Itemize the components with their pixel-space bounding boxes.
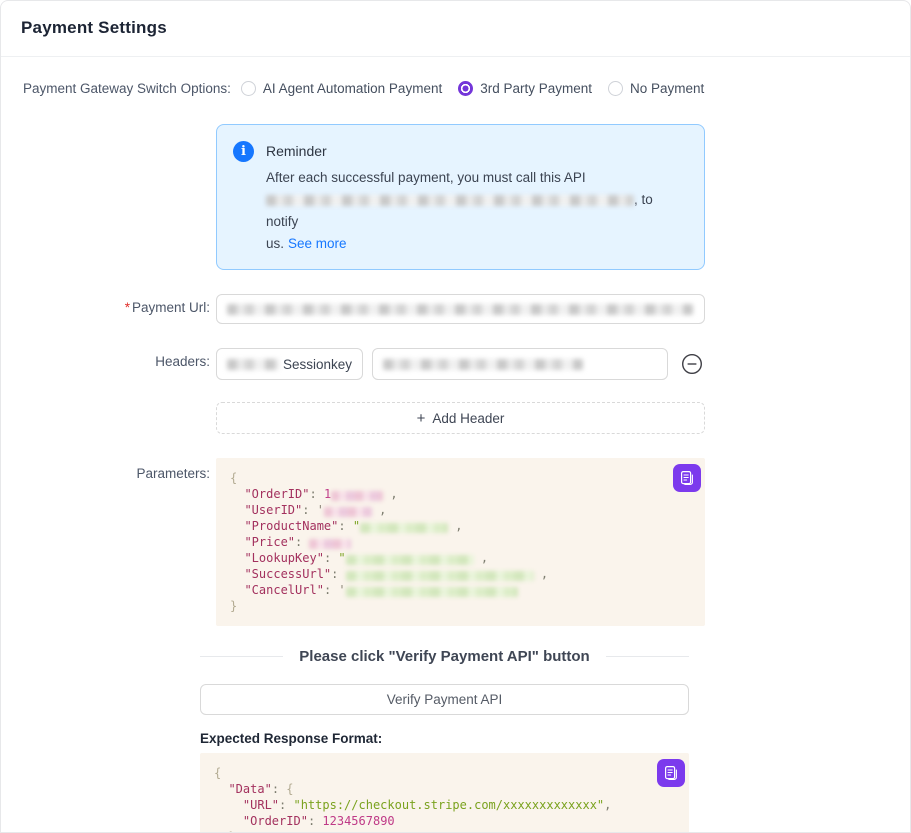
reminder-title: Reminder bbox=[266, 140, 688, 162]
gateway-radio-group: AI Agent Automation Payment 3rd Party Pa… bbox=[241, 81, 720, 96]
reminder-description: After each successful payment, you must … bbox=[266, 167, 688, 255]
copy-icon bbox=[663, 765, 679, 781]
header-value-input[interactable] bbox=[372, 348, 668, 380]
radio-circle-icon bbox=[241, 81, 256, 96]
redacted-value bbox=[346, 555, 474, 565]
redacted-api-url bbox=[266, 195, 634, 206]
reminder-alert: i Reminder After each successful payment… bbox=[216, 124, 705, 270]
parameters-label: Parameters: bbox=[23, 458, 216, 626]
redacted-value bbox=[331, 491, 383, 501]
redacted-header-key-prefix bbox=[227, 359, 279, 370]
radio-circle-icon bbox=[608, 81, 623, 96]
gateway-switch-label: Payment Gateway Switch Options: bbox=[23, 81, 231, 96]
radio-circle-icon bbox=[458, 81, 473, 96]
gateway-switch-row: Payment Gateway Switch Options: AI Agent… bbox=[23, 81, 910, 96]
radio-3rd-party-payment[interactable]: 3rd Party Payment bbox=[458, 81, 592, 96]
radio-label: 3rd Party Payment bbox=[480, 81, 592, 96]
radio-ai-agent-automation-payment[interactable]: AI Agent Automation Payment bbox=[241, 81, 442, 96]
redacted-payment-url-value bbox=[227, 304, 693, 315]
plus-icon: + bbox=[417, 410, 426, 427]
radio-label: No Payment bbox=[630, 81, 704, 96]
redacted-value bbox=[360, 523, 448, 533]
card-body: Payment Gateway Switch Options: AI Agent… bbox=[1, 57, 910, 626]
payment-url-input[interactable] bbox=[216, 294, 705, 324]
expected-response-code-block: { "Data": { "URL": "https://checkout.str… bbox=[200, 753, 689, 833]
parameters-code-block: { "OrderID": 1 , "UserID": ' , "ProductN… bbox=[216, 458, 705, 626]
header-key-input[interactable]: Sessionkey bbox=[216, 348, 363, 380]
copy-icon bbox=[679, 470, 695, 486]
remove-header-button[interactable] bbox=[681, 353, 703, 375]
info-icon: i bbox=[233, 141, 254, 162]
verify-payment-api-button[interactable]: Verify Payment API bbox=[200, 684, 689, 715]
minus-circle-icon bbox=[681, 353, 703, 375]
required-asterisk: * bbox=[125, 300, 130, 315]
copy-response-button[interactable] bbox=[657, 759, 685, 787]
see-more-link[interactable]: See more bbox=[288, 236, 347, 251]
instruction-text: Please click "Verify Payment API" button bbox=[299, 648, 589, 665]
redacted-value bbox=[346, 587, 518, 597]
add-header-button[interactable]: + Add Header bbox=[216, 402, 705, 434]
header-key-visible-text: Sessionkey bbox=[283, 357, 352, 372]
page-title: Payment Settings bbox=[21, 18, 890, 38]
radio-no-payment[interactable]: No Payment bbox=[608, 81, 704, 96]
redacted-value bbox=[346, 571, 534, 581]
redacted-header-value bbox=[383, 359, 583, 370]
redacted-value bbox=[309, 539, 351, 549]
payment-settings-card: Payment Settings Payment Gateway Switch … bbox=[0, 0, 911, 833]
headers-label: Headers: bbox=[23, 348, 216, 434]
payment-url-label: *Payment Url: bbox=[23, 294, 216, 324]
add-header-label: Add Header bbox=[432, 411, 504, 426]
expected-response-format-label: Expected Response Format: bbox=[200, 731, 910, 746]
card-header: Payment Settings bbox=[1, 1, 910, 57]
reminder-line1: After each successful payment, you must … bbox=[266, 170, 586, 185]
instruction-divider: Please click "Verify Payment API" button bbox=[200, 648, 689, 665]
redacted-value bbox=[324, 507, 372, 517]
reminder-line3: us. bbox=[266, 236, 284, 251]
copy-parameters-button[interactable] bbox=[673, 464, 701, 492]
radio-label: AI Agent Automation Payment bbox=[263, 81, 442, 96]
